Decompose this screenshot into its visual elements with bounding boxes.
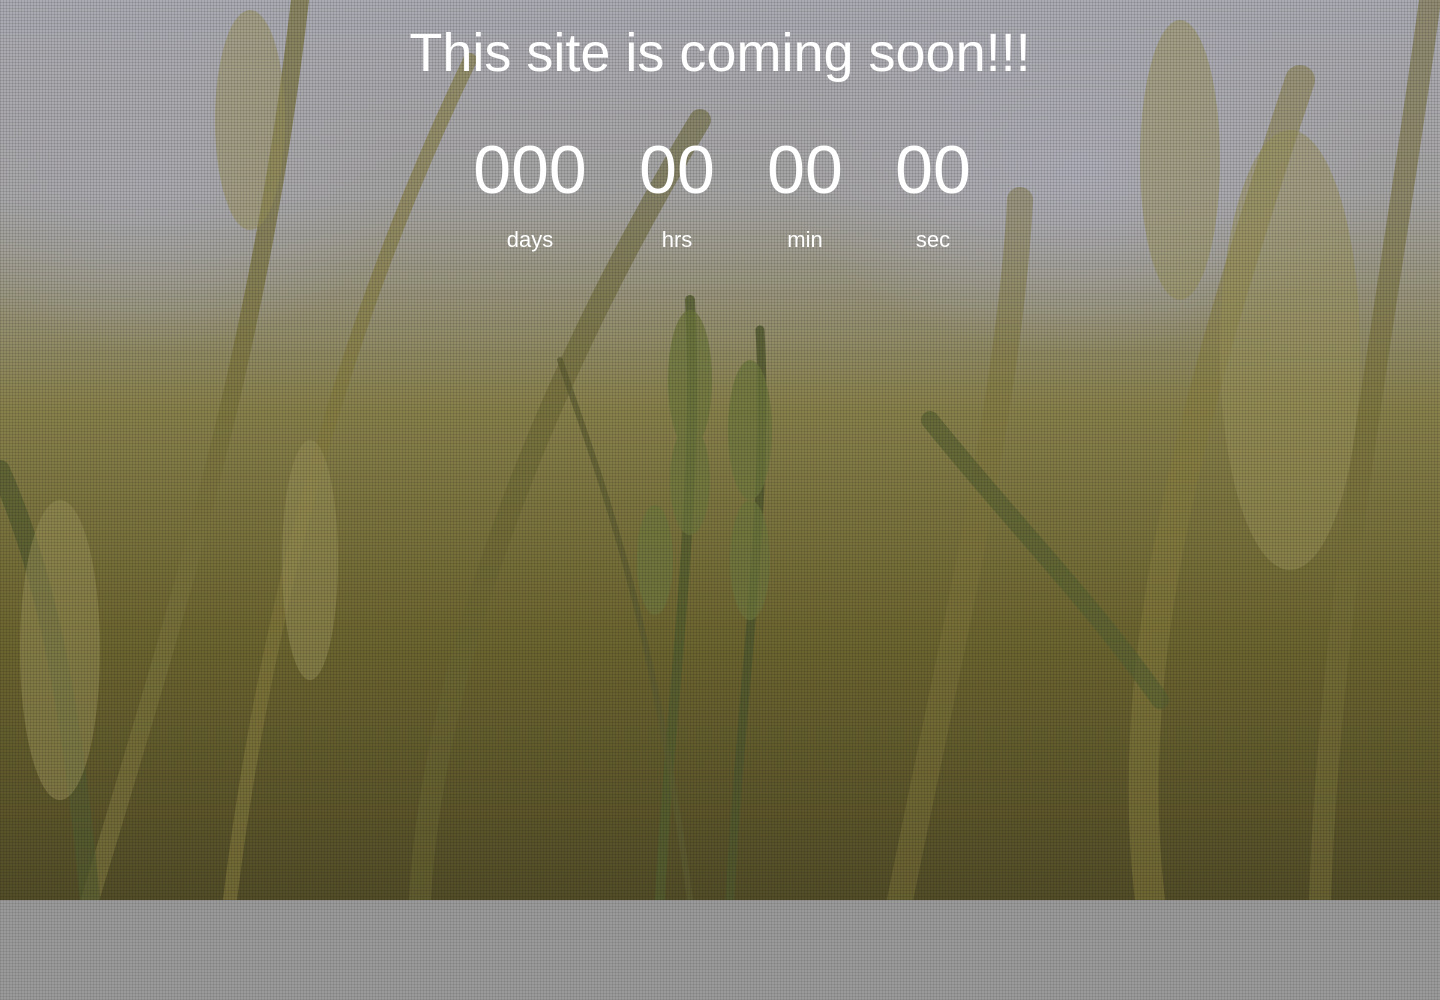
seconds-label: sec — [915, 227, 951, 252]
days-value: 000 — [473, 132, 587, 208]
countdown-days: 000 days — [445, 130, 615, 254]
days-label: days — [506, 227, 554, 252]
minutes-label: min — [787, 227, 823, 252]
page-title: This site is coming soon!!! — [409, 23, 1031, 83]
countdown-minutes: 00 min — [739, 130, 871, 254]
countdown-timer: 000 days 00 hrs 00 min 00 sec — [0, 130, 1440, 254]
countdown-seconds: 00 sec — [871, 130, 995, 254]
hours-label: hrs — [661, 227, 693, 252]
hours-value: 00 — [639, 132, 715, 208]
seconds-value: 00 — [895, 132, 971, 208]
countdown-hours: 00 hrs — [615, 130, 739, 254]
minutes-value: 00 — [767, 132, 843, 208]
